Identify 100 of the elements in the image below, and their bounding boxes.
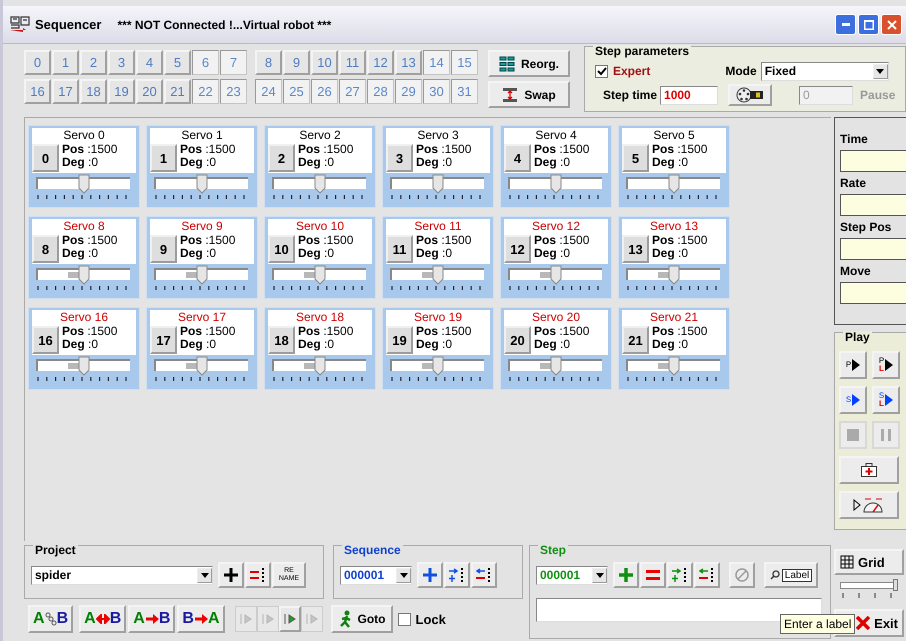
slider-thumb[interactable] [314, 174, 326, 194]
lock-checkbox[interactable] [398, 612, 410, 626]
project-dropdown[interactable]: spider [31, 566, 213, 584]
servo-select-button[interactable]: 30 [423, 79, 450, 104]
servo-number-button[interactable]: 19 [386, 326, 413, 354]
maximize-button[interactable] [858, 14, 879, 35]
medic-button[interactable] [839, 456, 899, 484]
servo-number-button[interactable]: 3 [386, 144, 413, 172]
slider-thumb[interactable] [78, 265, 90, 285]
grid-slider[interactable] [840, 578, 900, 598]
servo-select-button[interactable]: 24 [255, 79, 282, 104]
remove-button[interactable] [245, 562, 271, 588]
servo-select-button[interactable]: 3 [108, 50, 135, 75]
label-button[interactable]: Label [764, 562, 818, 588]
slider-thumb[interactable] [668, 265, 680, 285]
servo-number-button[interactable]: 5 [622, 144, 649, 172]
servo-number-button[interactable]: 18 [268, 326, 295, 354]
slider-thumb[interactable] [432, 174, 444, 194]
servo-select-button[interactable]: 9 [283, 50, 310, 75]
expert-checkbox[interactable] [595, 64, 608, 78]
play-button[interactable]: P L [872, 351, 900, 379]
servo-number-button[interactable]: 2 [268, 144, 295, 172]
servo-select-button[interactable]: 31 [451, 79, 478, 104]
servo-select-button[interactable]: 7 [220, 50, 247, 75]
mode-dropdown[interactable]: Fixed [760, 62, 889, 80]
servo-select-button[interactable]: 14 [423, 50, 450, 75]
remove-button[interactable] [471, 562, 497, 588]
servo-number-button[interactable]: 8 [32, 235, 59, 263]
servo-select-button[interactable]: 25 [283, 79, 310, 104]
swap-button[interactable]: Swap [488, 81, 570, 108]
goto-button[interactable]: Goto [330, 605, 392, 633]
cancel-button[interactable] [729, 562, 755, 588]
insert-button[interactable] [667, 562, 693, 588]
servo-number-button[interactable]: 10 [268, 235, 295, 263]
servo-select-button[interactable]: 20 [136, 79, 163, 104]
speed-button[interactable] [839, 491, 899, 519]
servo-select-button[interactable]: 11 [339, 50, 366, 75]
reorg-button[interactable]: Reorg. [488, 50, 570, 77]
servo-number-button[interactable]: 13 [622, 235, 649, 263]
play-button[interactable]: P [839, 351, 867, 379]
servo-select-button[interactable]: 27 [339, 79, 366, 104]
transfer-button[interactable]: A B [79, 605, 126, 633]
servo-number-button[interactable]: 17 [150, 326, 177, 354]
slider-thumb[interactable] [893, 579, 898, 591]
equal-button[interactable] [640, 562, 666, 588]
slider-thumb[interactable] [314, 356, 326, 376]
slider-thumb[interactable] [550, 265, 562, 285]
slider-thumb[interactable] [196, 174, 208, 194]
servo-select-button[interactable]: 1 [52, 50, 79, 75]
transfer-button[interactable]: A B [128, 605, 176, 633]
slider-thumb[interactable] [78, 174, 90, 194]
servo-number-button[interactable]: 16 [32, 326, 59, 354]
slider-thumb[interactable] [550, 174, 562, 194]
play-button[interactable]: S [839, 386, 867, 414]
slider-thumb[interactable] [196, 356, 208, 376]
servo-number-button[interactable]: 9 [150, 235, 177, 263]
slider-thumb[interactable] [668, 174, 680, 194]
servo-select-button[interactable]: 22 [192, 79, 219, 104]
servo-select-button[interactable]: 28 [367, 79, 394, 104]
remove-button[interactable] [694, 562, 720, 588]
step-dropdown[interactable]: 000001 [536, 566, 608, 584]
servo-select-button[interactable]: 6 [192, 50, 219, 75]
servo-number-button[interactable]: 4 [504, 144, 531, 172]
servo-number-button[interactable]: 20 [504, 326, 531, 354]
servo-select-button[interactable]: 4 [136, 50, 163, 75]
grid-button[interactable]: Grid [834, 549, 904, 575]
servo-controller-button[interactable] [728, 84, 772, 106]
servo-select-button[interactable]: 2 [80, 50, 107, 75]
insert-button[interactable] [444, 562, 470, 588]
servo-select-button[interactable]: 18 [80, 79, 107, 104]
servo-select-button[interactable]: 16 [24, 79, 51, 104]
servo-number-button[interactable]: 1 [150, 144, 177, 172]
step-time-field[interactable]: 1000 [660, 86, 718, 104]
transfer-button[interactable]: B A [177, 605, 224, 633]
servo-select-button[interactable]: 15 [451, 50, 478, 75]
servo-select-button[interactable]: 19 [108, 79, 135, 104]
servo-select-button[interactable]: 10 [311, 50, 338, 75]
slider-thumb[interactable] [196, 265, 208, 285]
servo-select-button[interactable]: 17 [52, 79, 79, 104]
slider-thumb[interactable] [314, 265, 326, 285]
servo-select-button[interactable]: 12 [367, 50, 394, 75]
play-button[interactable]: S L [872, 386, 900, 414]
minimize-button[interactable] [835, 14, 856, 35]
add-button[interactable] [218, 562, 244, 588]
servo-select-button[interactable]: 29 [395, 79, 422, 104]
servo-select-button[interactable]: 23 [220, 79, 247, 104]
slider-thumb[interactable] [432, 265, 444, 285]
servo-select-button[interactable]: 21 [164, 79, 191, 104]
servo-select-button[interactable]: 26 [311, 79, 338, 104]
slider-thumb[interactable] [432, 356, 444, 376]
servo-select-button[interactable]: 0 [24, 50, 51, 75]
transfer-button[interactable]: A B [28, 605, 74, 633]
slider-thumb[interactable] [668, 356, 680, 376]
servo-select-button[interactable]: 5 [164, 50, 191, 75]
servo-number-button[interactable]: 11 [386, 235, 413, 263]
servo-number-button[interactable]: 0 [32, 144, 59, 172]
close-button[interactable] [881, 14, 902, 35]
sequence-dropdown[interactable]: 000001 [340, 566, 412, 584]
servo-select-button[interactable]: 13 [395, 50, 422, 75]
servo-select-button[interactable]: 8 [255, 50, 282, 75]
